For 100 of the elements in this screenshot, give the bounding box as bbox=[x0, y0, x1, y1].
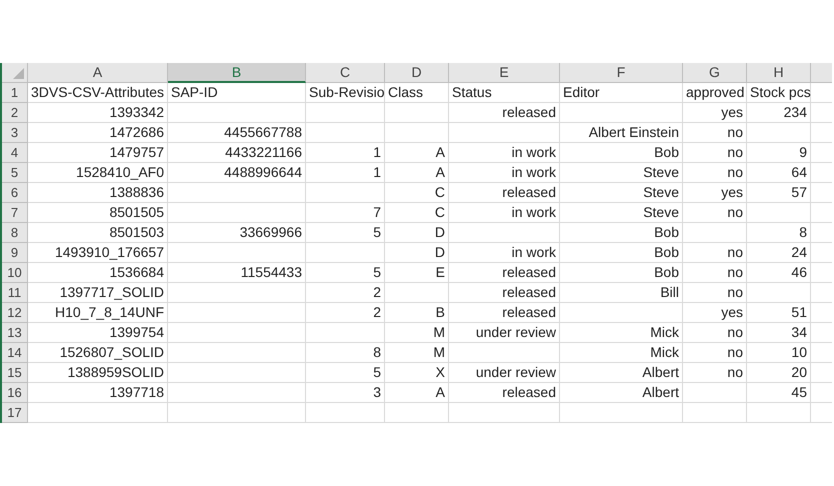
table-cell[interactable]: Bill bbox=[560, 283, 683, 303]
column-header[interactable]: A bbox=[28, 63, 168, 83]
table-cell[interactable]: Steve bbox=[560, 183, 683, 203]
table-cell[interactable]: no bbox=[683, 203, 747, 223]
table-cell[interactable]: 2 bbox=[306, 283, 385, 303]
table-cell[interactable]: 7 bbox=[306, 203, 385, 223]
table-cell[interactable]: released bbox=[449, 383, 560, 403]
row-header[interactable]: 6 bbox=[2, 183, 28, 203]
table-cell[interactable]: H10_7_8_14UNF bbox=[28, 303, 168, 323]
table-cell[interactable]: released bbox=[449, 103, 560, 123]
table-cell[interactable]: 4433221166 bbox=[168, 143, 306, 163]
table-cell[interactable]: no bbox=[683, 323, 747, 343]
table-cell[interactable]: no bbox=[683, 143, 747, 163]
table-cell[interactable]: released bbox=[449, 183, 560, 203]
column-title[interactable]: Editor bbox=[560, 83, 683, 103]
table-cell[interactable]: 24 bbox=[747, 243, 811, 263]
table-cell[interactable]: 11554433 bbox=[168, 263, 306, 283]
table-cell[interactable]: under review bbox=[449, 363, 560, 383]
row-header[interactable]: 8 bbox=[2, 223, 28, 243]
table-cell[interactable]: Steve bbox=[560, 203, 683, 223]
table-cell[interactable]: 1493910_176657 bbox=[28, 243, 168, 263]
table-cell[interactable]: 234 bbox=[747, 103, 811, 123]
table-cell[interactable]: 45 bbox=[747, 383, 811, 403]
column-header[interactable]: H bbox=[747, 63, 811, 83]
column-header[interactable]: B bbox=[168, 63, 306, 83]
column-header[interactable]: D bbox=[385, 63, 449, 83]
row-header[interactable]: 14 bbox=[2, 343, 28, 363]
table-cell[interactable]: Albert Einstein bbox=[560, 123, 683, 143]
row-header[interactable]: 13 bbox=[2, 323, 28, 343]
column-header[interactable]: F bbox=[560, 63, 683, 83]
row-header[interactable]: 2 bbox=[2, 103, 28, 123]
table-cell[interactable]: Bob bbox=[560, 143, 683, 163]
table-cell[interactable]: no bbox=[683, 263, 747, 283]
table-cell[interactable]: 57 bbox=[747, 183, 811, 203]
table-cell[interactable]: 5 bbox=[306, 363, 385, 383]
table-cell[interactable]: in work bbox=[449, 243, 560, 263]
table-cell[interactable]: under review bbox=[449, 323, 560, 343]
table-cell[interactable]: 1472686 bbox=[28, 123, 168, 143]
row-header[interactable]: 10 bbox=[2, 263, 28, 283]
table-cell[interactable]: no bbox=[683, 243, 747, 263]
table-cell[interactable]: C bbox=[385, 183, 449, 203]
table-cell[interactable]: 34 bbox=[747, 323, 811, 343]
row-header[interactable]: 1 bbox=[2, 83, 28, 103]
column-title[interactable]: SAP-ID bbox=[168, 83, 306, 103]
table-cell[interactable]: 64 bbox=[747, 163, 811, 183]
row-header[interactable]: 17 bbox=[2, 403, 28, 423]
table-cell[interactable]: 1399754 bbox=[28, 323, 168, 343]
table-cell[interactable]: 1536684 bbox=[28, 263, 168, 283]
table-cell[interactable]: 8501505 bbox=[28, 203, 168, 223]
table-cell[interactable]: in work bbox=[449, 203, 560, 223]
column-header[interactable]: E bbox=[449, 63, 560, 83]
column-title[interactable]: Sub-Revisio bbox=[306, 83, 385, 103]
column-title[interactable]: Class bbox=[385, 83, 449, 103]
table-cell[interactable]: 1393342 bbox=[28, 103, 168, 123]
table-cell[interactable]: B bbox=[385, 303, 449, 323]
row-header[interactable]: 15 bbox=[2, 363, 28, 383]
table-cell[interactable]: 2 bbox=[306, 303, 385, 323]
table-cell[interactable]: 51 bbox=[747, 303, 811, 323]
table-cell[interactable]: released bbox=[449, 263, 560, 283]
table-cell[interactable]: Bob bbox=[560, 243, 683, 263]
column-title[interactable]: Status bbox=[449, 83, 560, 103]
row-header[interactable]: 4 bbox=[2, 143, 28, 163]
table-cell[interactable]: M bbox=[385, 323, 449, 343]
table-cell[interactable]: 20 bbox=[747, 363, 811, 383]
table-cell[interactable]: yes bbox=[683, 303, 747, 323]
table-cell[interactable]: in work bbox=[449, 163, 560, 183]
table-cell[interactable]: 1526807_SOLID bbox=[28, 343, 168, 363]
column-title[interactable]: 3DVS-CSV-Attributes bbox=[28, 83, 168, 103]
table-cell[interactable]: 1397718 bbox=[28, 383, 168, 403]
table-cell[interactable]: X bbox=[385, 363, 449, 383]
table-cell[interactable]: 1479757 bbox=[28, 143, 168, 163]
table-cell[interactable]: no bbox=[683, 123, 747, 143]
table-cell[interactable]: 1 bbox=[306, 163, 385, 183]
table-cell[interactable]: M bbox=[385, 343, 449, 363]
table-cell[interactable]: no bbox=[683, 363, 747, 383]
table-cell[interactable]: 5 bbox=[306, 223, 385, 243]
table-cell[interactable]: Albert bbox=[560, 383, 683, 403]
table-cell[interactable]: 10 bbox=[747, 343, 811, 363]
row-header[interactable]: 7 bbox=[2, 203, 28, 223]
table-cell[interactable]: D bbox=[385, 223, 449, 243]
table-cell[interactable]: Steve bbox=[560, 163, 683, 183]
table-cell[interactable]: in work bbox=[449, 143, 560, 163]
table-cell[interactable]: 4488996644 bbox=[168, 163, 306, 183]
table-cell[interactable]: 4455667788 bbox=[168, 123, 306, 143]
row-header[interactable]: 3 bbox=[2, 123, 28, 143]
table-cell[interactable]: 1388836 bbox=[28, 183, 168, 203]
table-cell[interactable]: yes bbox=[683, 103, 747, 123]
table-cell[interactable]: 9 bbox=[747, 143, 811, 163]
table-cell[interactable]: 1388959SOLID bbox=[28, 363, 168, 383]
table-cell[interactable]: Bob bbox=[560, 223, 683, 243]
table-cell[interactable]: 33669966 bbox=[168, 223, 306, 243]
table-cell[interactable]: 8501503 bbox=[28, 223, 168, 243]
table-cell[interactable]: no bbox=[683, 163, 747, 183]
table-cell[interactable]: released bbox=[449, 283, 560, 303]
table-cell[interactable]: Mick bbox=[560, 343, 683, 363]
table-cell[interactable]: E bbox=[385, 263, 449, 283]
table-cell[interactable]: D bbox=[385, 243, 449, 263]
table-cell[interactable]: 8 bbox=[306, 343, 385, 363]
table-cell[interactable]: no bbox=[683, 283, 747, 303]
row-header[interactable]: 5 bbox=[2, 163, 28, 183]
